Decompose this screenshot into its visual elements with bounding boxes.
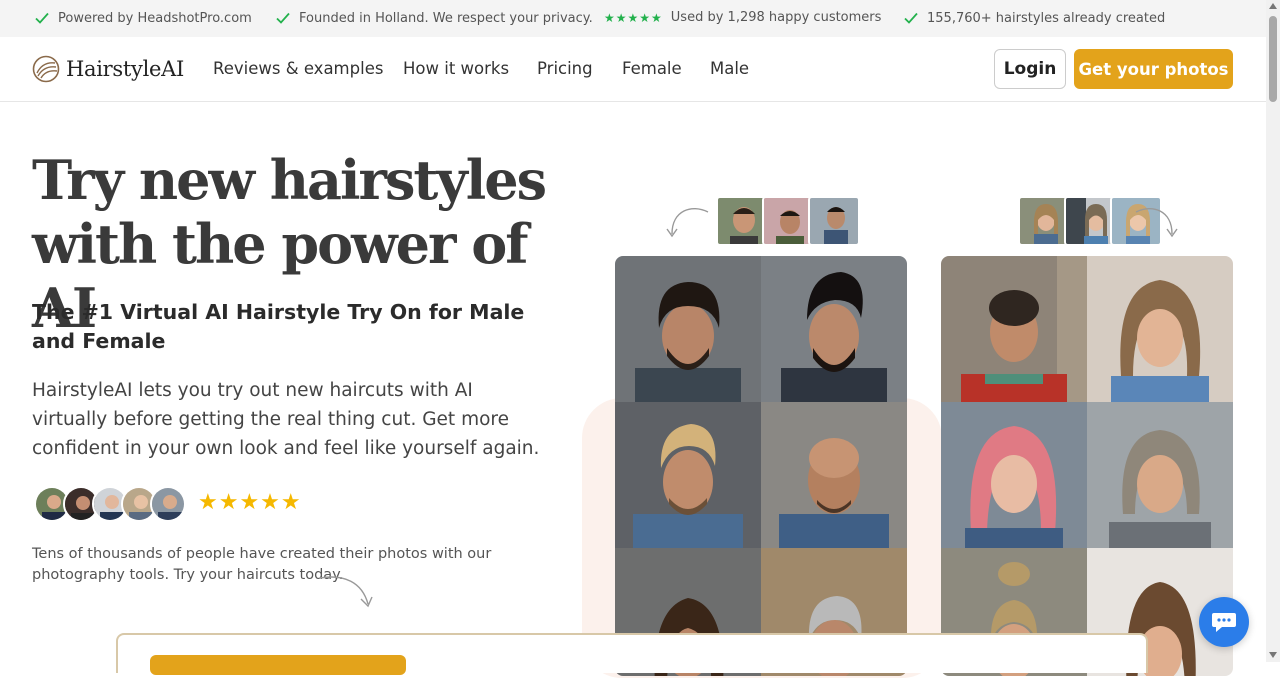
scroll-up-icon[interactable] <box>1269 3 1277 9</box>
main-nav: HairstyleAI Reviews & examples How it wo… <box>0 37 1266 102</box>
trust-item-customers: ★★★★★ Used by 1,298 happy customers <box>604 10 881 25</box>
scrollbar-thumb[interactable] <box>1269 16 1277 102</box>
input-photo-thumb <box>762 196 814 246</box>
trust-item-powered: Powered by HeadshotPro.com <box>34 10 252 26</box>
rating-stars-small: ★★★★★ <box>604 10 663 25</box>
bottom-card-button[interactable] <box>150 655 406 675</box>
logo-text: HairstyleAI <box>66 57 184 81</box>
hero-title-line1: Try new hairstyles <box>32 148 547 212</box>
input-photo-thumb <box>1064 196 1116 246</box>
login-button[interactable]: Login <box>994 49 1066 89</box>
male-hairstyle-results <box>615 256 907 676</box>
curl-arrow-icon <box>1135 207 1178 238</box>
input-photo-thumb <box>808 196 860 246</box>
result-photo <box>1087 256 1233 402</box>
nav-link-how-it-works[interactable]: How it works <box>403 59 509 78</box>
result-photo <box>761 402 907 548</box>
result-photo <box>941 256 1087 402</box>
result-photo <box>615 256 761 402</box>
hero-subtitle: The #1 Virtual AI Hairstyle Try On for M… <box>32 300 525 353</box>
hairstyle-logo-icon <box>32 55 60 83</box>
input-photo-thumb <box>716 196 768 246</box>
nav-link-pricing[interactable]: Pricing <box>537 59 593 78</box>
result-photo <box>761 256 907 402</box>
input-photo-thumb <box>1018 196 1070 246</box>
page-scrollbar[interactable] <box>1266 0 1280 662</box>
female-hairstyle-results <box>941 256 1233 676</box>
avatar <box>150 486 186 522</box>
nav-link-female[interactable]: Female <box>622 59 682 78</box>
trust-item-label: Powered by HeadshotPro.com <box>58 10 252 26</box>
hero-description: HairstyleAI lets you try out new haircut… <box>32 380 540 459</box>
result-photo <box>941 402 1087 548</box>
trust-bar: Powered by HeadshotPro.com Founded in Ho… <box>0 0 1266 37</box>
logo[interactable]: HairstyleAI <box>32 55 184 83</box>
trust-item-label: 155,760+ hairstyles already created <box>927 10 1166 26</box>
scroll-down-icon[interactable] <box>1269 652 1277 658</box>
bottom-card <box>116 633 1148 675</box>
check-icon <box>276 12 290 24</box>
curl-arrow-icon <box>666 207 709 238</box>
customer-avatars <box>34 486 186 522</box>
result-photo <box>615 402 761 548</box>
rating-stars: ★★★★★ <box>198 490 302 515</box>
nav-link-male[interactable]: Male <box>710 59 749 78</box>
male-input-thumbnails <box>716 196 860 246</box>
social-proof-text: Tens of thousands of people have created… <box>32 546 492 583</box>
trust-item-label: Used by 1,298 happy customers <box>670 10 882 25</box>
chat-icon <box>1212 613 1236 632</box>
trust-item-founded: Founded in Holland. We respect your priv… <box>275 10 593 26</box>
curved-arrow-icon <box>319 576 373 608</box>
result-photo <box>1087 402 1233 548</box>
check-icon <box>904 12 918 24</box>
check-icon <box>35 12 49 24</box>
nav-link-reviews[interactable]: Reviews & examples <box>213 59 383 78</box>
trust-item-label: Founded in Holland. We respect your priv… <box>299 10 593 26</box>
chat-button[interactable] <box>1199 597 1249 647</box>
get-photos-button[interactable]: Get your photos <box>1074 49 1233 89</box>
trust-item-hairstyles: 155,760+ hairstyles already created <box>903 10 1165 26</box>
